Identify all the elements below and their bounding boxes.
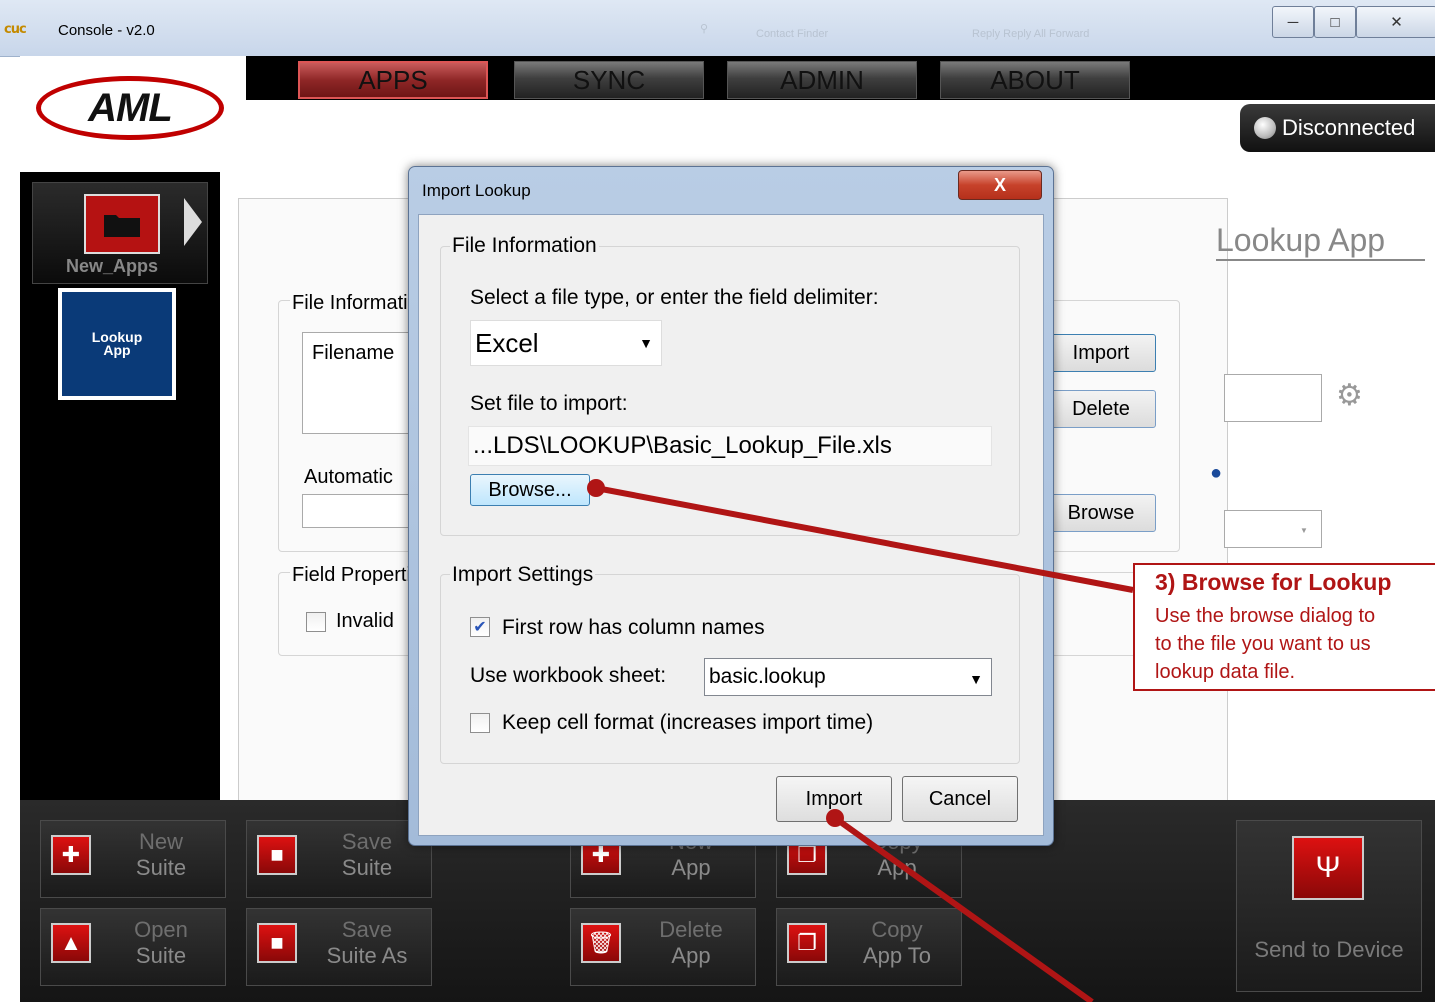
copy-to-icon: ❐ (787, 923, 827, 963)
filetype-value: Excel (475, 327, 539, 358)
save-icon: ■ (257, 835, 297, 875)
suite-expand-arrow-icon[interactable] (184, 198, 202, 246)
bg-invalid-label: Invalid (336, 610, 394, 632)
open-suite-label: Open Suite (134, 917, 188, 968)
dialog-close-button[interactable]: X (958, 170, 1042, 200)
chevron-down-icon: ▼ (639, 335, 653, 351)
save-suite-button[interactable]: ■ Save Suite (246, 820, 432, 898)
usb-icon: Ψ (1292, 836, 1364, 900)
new-suite-label: New Suite (135, 829, 187, 880)
suite-name: New_Apps (66, 256, 159, 276)
bg-automatic-label: Automatic (304, 466, 393, 488)
faded-search-text: Contact Finder (756, 28, 829, 40)
copy-app-to-button[interactable]: ❐ Copy App To (776, 908, 962, 986)
copy-app-to-label: Copy App To (862, 917, 932, 968)
lookup-app-tile-label: Lookup App (62, 292, 172, 396)
minimize-button[interactable]: ─ (1272, 6, 1314, 38)
open-folder-icon: ▲ (51, 923, 91, 963)
delete-app-button[interactable]: 🗑 Delete App (570, 908, 756, 986)
workbook-sheet-value: basic.lookup (709, 665, 826, 688)
file-path-field[interactable]: ...LDS\LOOKUP\Basic_Lookup_File.xls (468, 426, 992, 466)
faded-toolbar-text: Reply Reply All Forward (972, 28, 1090, 40)
tab-apps[interactable]: APPS (298, 61, 488, 99)
save-suite-as-label: Save Suite As (326, 917, 408, 968)
status-label: Disconnected (1282, 115, 1416, 140)
browse-button[interactable]: Browse... (470, 474, 590, 506)
callout-line-3: lookup data file. (1155, 661, 1296, 683)
callout-line-1: Use the browse dialog to (1155, 605, 1376, 627)
callout-line-2: to the file you want to us (1155, 633, 1371, 655)
save-as-icon: ■ (257, 923, 297, 963)
save-suite-as-button[interactable]: ■ Save Suite As (246, 908, 432, 986)
tab-sync[interactable]: SYNC (514, 61, 704, 99)
connection-status: Disconnected (1240, 104, 1435, 152)
aml-logo-text: AML (88, 85, 173, 130)
trash-icon: 🗑 (581, 923, 621, 963)
workbook-sheet-select[interactable]: basic.lookup ▼ (704, 658, 992, 696)
window-titlebar (0, 0, 1435, 57)
aml-logo: AML (36, 76, 224, 140)
faded-search-icon: ⚲ (700, 23, 709, 35)
tab-admin[interactable]: ADMIN (727, 61, 917, 99)
page-title: Lookup App (1216, 222, 1426, 261)
import-settings-title: Import Settings (450, 563, 596, 587)
gear-icon[interactable]: ⚙ (1336, 378, 1363, 413)
workbook-sheet-label: Use workbook sheet: (470, 664, 667, 687)
filetype-select[interactable]: Excel ▼ (470, 320, 662, 366)
new-suite-button[interactable]: ✚ New Suite (40, 820, 226, 898)
lookup-app-tile[interactable]: Lookup App (58, 288, 176, 400)
first-row-checkbox[interactable]: ✔ (470, 617, 490, 637)
callout-heading: 3) Browse for Lookup (1155, 569, 1392, 595)
bg-browse-button[interactable]: Browse (1046, 494, 1156, 532)
delete-app-label: Delete App (659, 917, 723, 968)
filetype-prompt: Select a file type, or enter the field d… (470, 286, 879, 309)
bg-delete-button[interactable]: Delete (1046, 390, 1156, 428)
bg-invalid-checkbox[interactable] (306, 612, 326, 632)
chevron-down-icon: ▼ (969, 671, 983, 687)
bg-import-button[interactable]: Import (1046, 334, 1156, 372)
file-information-title: File Information (450, 234, 599, 258)
maximize-button[interactable]: □ (1314, 6, 1356, 38)
send-to-device-label: Send to Device (1254, 937, 1404, 962)
bg-automatic-field[interactable] (302, 494, 422, 528)
bg-dropdown-caret-icon: ▼ (1300, 526, 1308, 535)
keep-format-label: Keep cell format (increases import time) (502, 711, 874, 734)
status-indicator-icon (1254, 117, 1276, 139)
window-title: Console - v2.0 (58, 22, 155, 39)
window-close-button[interactable]: ✕ (1356, 6, 1435, 38)
dialog-cancel-button[interactable]: Cancel (902, 776, 1018, 822)
instruction-callout: 3) Browse for Lookup Use the browse dial… (1133, 563, 1435, 691)
bg-filename-header: Filename (312, 342, 395, 364)
folder-icon (84, 194, 160, 254)
bg-name-field[interactable] (1224, 374, 1322, 422)
keep-format-checkbox[interactable] (470, 713, 490, 733)
first-row-label: First row has column names (502, 616, 765, 639)
info-icon: ● (1210, 462, 1223, 484)
app-icon: cuc (4, 22, 27, 37)
dialog-title: Import Lookup (422, 181, 531, 200)
dialog-import-button[interactable]: Import (776, 776, 892, 822)
open-suite-button[interactable]: ▲ Open Suite (40, 908, 226, 986)
set-file-label: Set file to import: (470, 392, 628, 415)
plus-icon: ✚ (51, 835, 91, 875)
tab-about[interactable]: ABOUT (940, 61, 1130, 99)
